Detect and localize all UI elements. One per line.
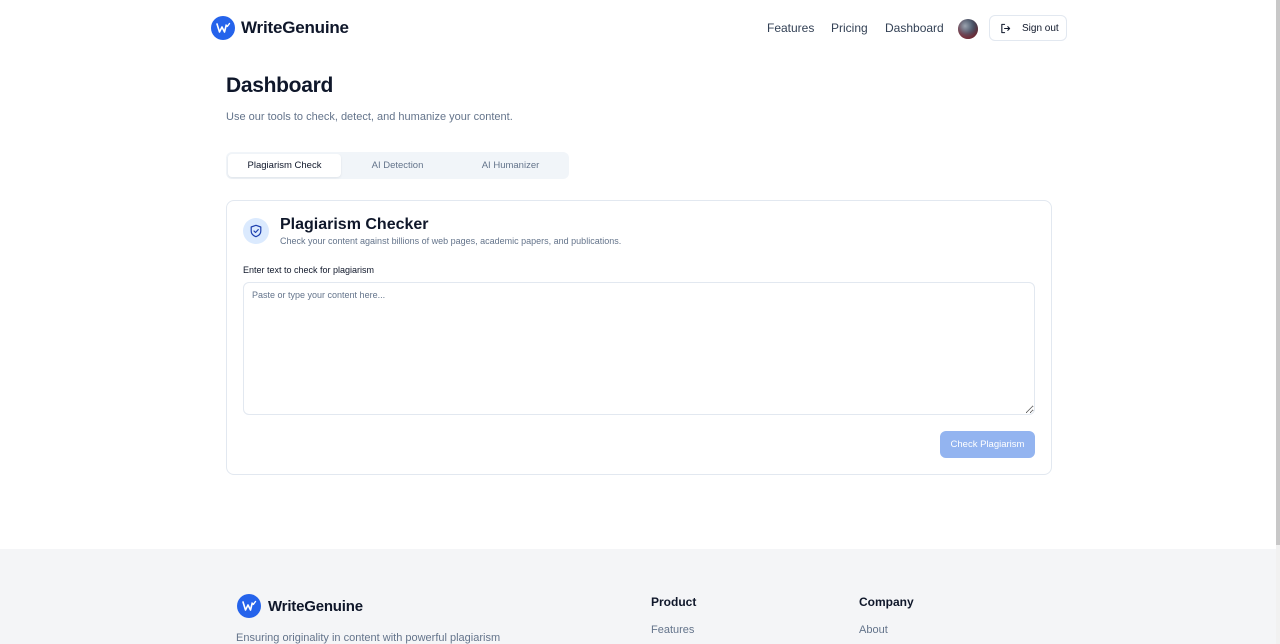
- pen-check-logo-icon: [237, 594, 261, 618]
- scrollbar-track[interactable]: [1276, 0, 1280, 644]
- footer-brand[interactable]: WriteGenuine: [237, 594, 363, 618]
- footer-link-about[interactable]: About: [859, 624, 888, 636]
- footer-brand-name: WriteGenuine: [268, 597, 363, 615]
- footer-tagline: Ensuring originality in content with pow…: [236, 632, 501, 644]
- shield-check-icon: [243, 218, 269, 244]
- nav-link-pricing[interactable]: Pricing: [831, 21, 868, 35]
- sign-out-label: Sign out: [1022, 22, 1059, 34]
- footer-link-features[interactable]: Features: [651, 624, 694, 636]
- tab-plagiarism-check[interactable]: Plagiarism Check: [228, 154, 341, 177]
- text-field-label: Enter text to check for plagiarism: [243, 265, 375, 275]
- tool-tabs: Plagiarism Check AI Detection AI Humaniz…: [226, 152, 569, 179]
- tab-ai-detection[interactable]: AI Detection: [341, 154, 454, 177]
- site-footer: WriteGenuine Ensuring originality in con…: [0, 549, 1276, 644]
- pen-check-logo-icon: [211, 16, 235, 40]
- sign-out-button[interactable]: Sign out: [989, 15, 1067, 41]
- footer-heading-product: Product: [651, 595, 697, 609]
- check-plagiarism-button[interactable]: Check Plagiarism: [940, 431, 1035, 458]
- nav-link-features[interactable]: Features: [767, 21, 814, 35]
- card-description: Check your content against billions of w…: [280, 236, 622, 246]
- brand-link[interactable]: WriteGenuine: [211, 16, 349, 40]
- avatar[interactable]: [958, 19, 978, 39]
- page-title: Dashboard: [226, 74, 333, 97]
- card-title: Plagiarism Checker: [280, 216, 429, 233]
- footer-heading-company: Company: [859, 595, 914, 609]
- page-subtitle: Use our tools to check, detect, and huma…: [226, 111, 513, 123]
- tab-ai-humanizer[interactable]: AI Humanizer: [454, 154, 567, 177]
- brand-name: WriteGenuine: [241, 18, 349, 37]
- content-textarea[interactable]: [243, 282, 1035, 415]
- sign-out-icon: [1001, 23, 1011, 33]
- nav-link-dashboard[interactable]: Dashboard: [885, 21, 944, 35]
- scrollbar-thumb[interactable]: [1276, 0, 1280, 545]
- plagiarism-checker-card: Plagiarism Checker Check your content ag…: [226, 200, 1052, 475]
- site-header: WriteGenuine Features Pricing Dashboard …: [0, 0, 1276, 56]
